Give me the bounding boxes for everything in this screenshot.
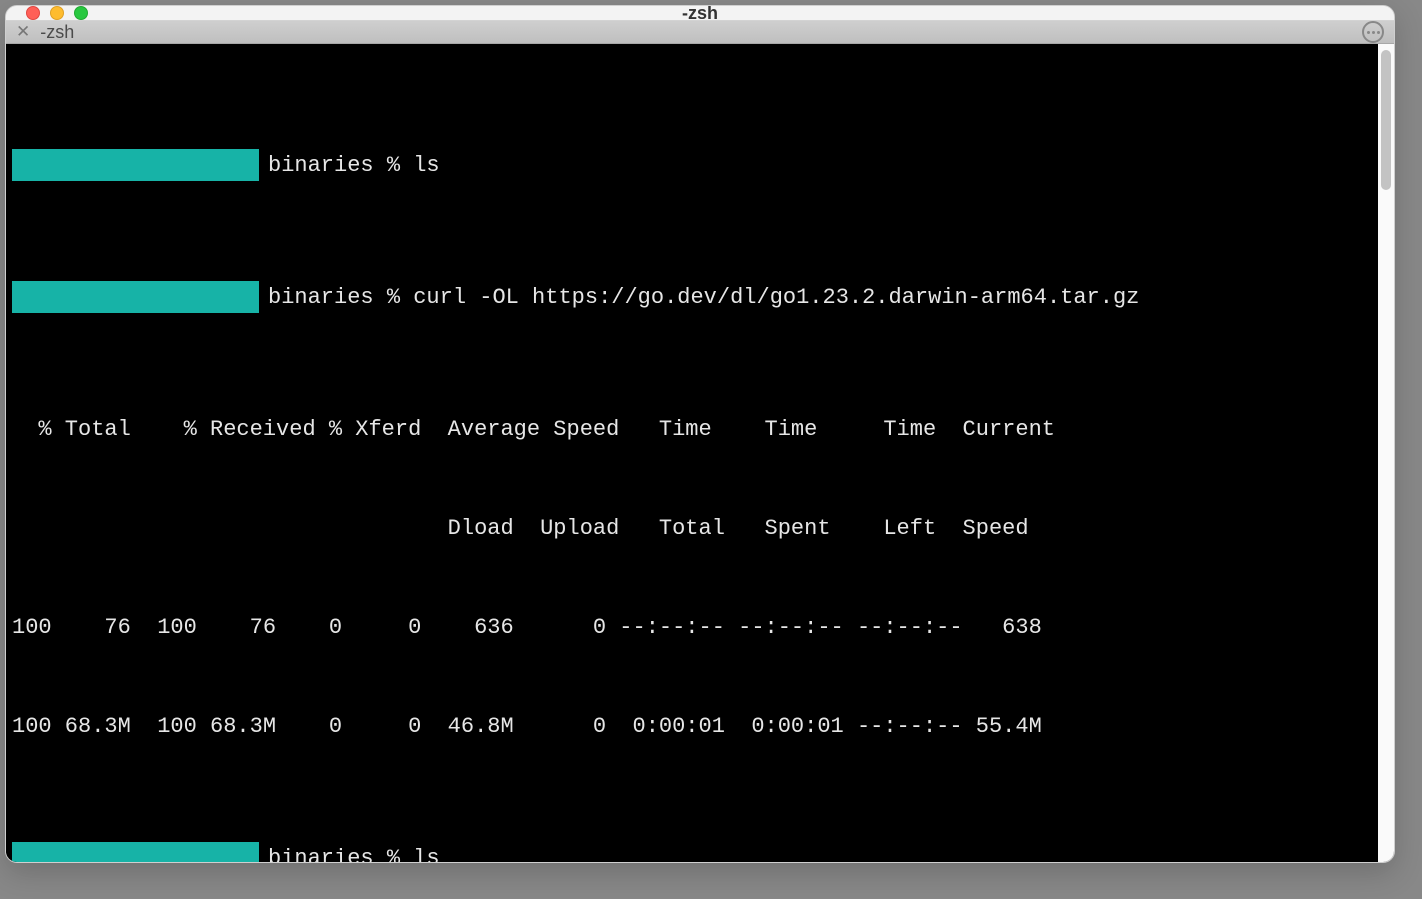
tab-title: -zsh [40,22,74,43]
cmd: ls [413,842,439,863]
cmd: curl -OL https://go.dev/dl/go1.23.2.darw… [413,281,1139,314]
scrollbar-thumb[interactable] [1381,50,1391,190]
prompt-line: binaries % ls [12,842,1372,863]
minimize-window-button[interactable] [50,6,64,20]
prompt-host-redacted [12,281,260,314]
close-tab-icon[interactable]: ✕ [16,22,30,42]
output-line: 100 68.3M 100 68.3M 0 0 46.8M 0 0:00:01 … [12,710,1372,743]
titlebar: -zsh [6,6,1394,21]
terminal-output[interactable]: binaries % ls binaries % curl -OL https:… [6,44,1378,863]
close-window-button[interactable] [26,6,40,20]
tab-options-button[interactable] [1362,21,1384,43]
cmd: ls [413,149,439,182]
output-line: % Total % Received % Xferd Average Speed… [12,413,1372,446]
scrollbar[interactable] [1378,44,1394,863]
tab[interactable]: ✕ -zsh [16,22,74,43]
zoom-window-button[interactable] [74,6,88,20]
tabbar: ✕ -zsh [6,21,1394,44]
window-title: -zsh [6,5,1394,24]
prompt-line: binaries % ls [12,149,1372,182]
prompt-line: binaries % curl -OL https://go.dev/dl/go… [12,281,1372,314]
prompt-dir: binaries % [268,281,413,314]
ellipsis-icon [1367,31,1380,34]
prompt-dir: binaries % [268,149,413,182]
prompt-host-redacted [12,842,260,863]
prompt-dir: binaries % [268,842,413,863]
window-controls [26,6,88,20]
terminal-window: -zsh ✕ -zsh binaries % ls binaries % cur… [5,5,1395,863]
prompt-host-redacted [12,149,260,182]
output-line: 100 76 100 76 0 0 636 0 --:--:-- --:--:-… [12,611,1372,644]
output-line: Dload Upload Total Spent Left Speed [12,512,1372,545]
terminal-area: binaries % ls binaries % curl -OL https:… [6,44,1394,863]
